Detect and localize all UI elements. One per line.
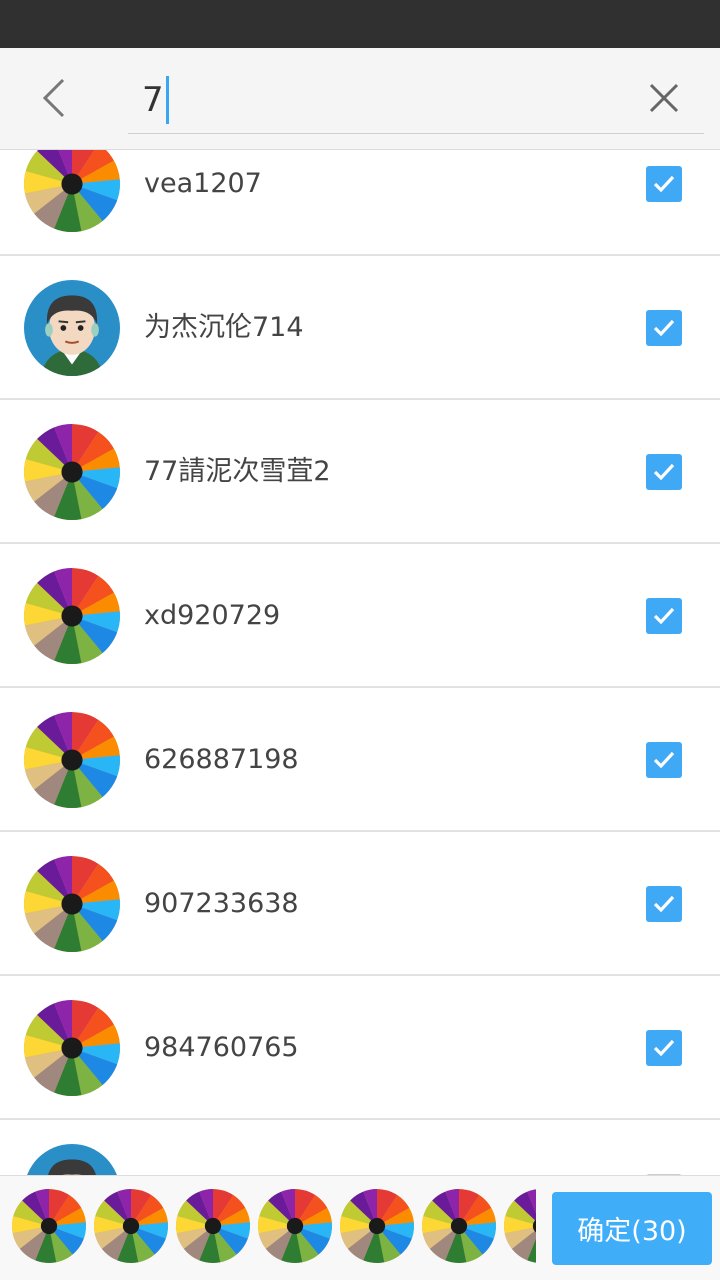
clear-search-button[interactable] — [644, 74, 684, 122]
contact-name: 77請泥次雪萓2 — [144, 456, 331, 487]
contact-row[interactable]: 907233638 — [0, 832, 720, 976]
contact-list[interactable]: vea1207 为杰沉伦714 77請泥次雪萓2 xd920729 626887198 9… — [0, 150, 720, 1175]
cartoon-man-avatar — [24, 280, 120, 376]
checkmark-icon — [653, 463, 675, 481]
pencils-avatar — [24, 424, 120, 520]
checkmark-icon — [653, 895, 675, 913]
text-caret — [165, 75, 169, 124]
selected-pencils-avatar[interactable] — [258, 1189, 332, 1263]
contact-checkbox[interactable] — [646, 886, 682, 922]
checkmark-icon — [653, 1039, 675, 1057]
search-header: 7 — [0, 48, 720, 150]
close-icon — [649, 83, 679, 113]
selection-bar: 确定(30) — [0, 1175, 720, 1280]
selected-pencils-avatar[interactable] — [12, 1189, 86, 1263]
selected-contacts-strip[interactable] — [0, 1176, 536, 1280]
pencils-avatar — [24, 1000, 120, 1096]
selected-pencils-avatar[interactable] — [176, 1189, 250, 1263]
selected-pencils-avatar[interactable] — [94, 1189, 168, 1263]
contact-name: 984760765 — [144, 1032, 299, 1063]
chevron-left-icon — [42, 78, 65, 118]
contact-checkbox[interactable] — [646, 310, 682, 346]
contact-row[interactable]: 984760765 — [0, 976, 720, 1120]
contact-name: 为杰沉伦714 — [144, 312, 304, 343]
contact-checkbox[interactable] — [646, 742, 682, 778]
contact-row[interactable]: xd920729 — [0, 544, 720, 688]
pencils-avatar — [24, 568, 120, 664]
contact-row[interactable]: 77請泥次雪萓2 — [0, 400, 720, 544]
contact-row[interactable] — [0, 1120, 720, 1175]
selected-pencils-avatar[interactable] — [504, 1189, 536, 1263]
search-input[interactable]: 7 — [128, 66, 704, 134]
status-bar — [0, 0, 720, 48]
pencils-avatar — [24, 150, 120, 232]
contact-row[interactable]: 626887198 — [0, 688, 720, 832]
back-button[interactable] — [28, 72, 80, 124]
contact-checkbox[interactable] — [646, 454, 682, 490]
contact-checkbox[interactable] — [646, 598, 682, 634]
checkmark-icon — [653, 175, 675, 193]
contact-checkbox[interactable] — [646, 1030, 682, 1066]
contact-name: 626887198 — [144, 744, 299, 775]
contact-row[interactable]: 为杰沉伦714 — [0, 256, 720, 400]
contact-checkbox[interactable] — [646, 166, 682, 202]
confirm-button[interactable]: 确定(30) — [552, 1192, 712, 1265]
pencils-avatar — [24, 712, 120, 808]
checkmark-icon — [653, 607, 675, 625]
contact-name: 907233638 — [144, 888, 299, 919]
contact-name: vea1207 — [144, 168, 262, 199]
contact-name: xd920729 — [144, 600, 281, 631]
selected-pencils-avatar[interactable] — [422, 1189, 496, 1263]
selected-pencils-avatar[interactable] — [340, 1189, 414, 1263]
contact-row[interactable]: vea1207 — [0, 150, 720, 256]
pencils-avatar — [24, 856, 120, 952]
search-query-text: 7 — [142, 79, 164, 120]
cartoon-man-avatar — [24, 1144, 120, 1175]
checkmark-icon — [653, 751, 675, 769]
checkmark-icon — [653, 319, 675, 337]
